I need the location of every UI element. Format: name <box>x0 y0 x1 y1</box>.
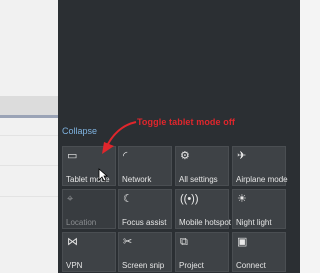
tile-label: Connect <box>236 261 266 270</box>
tile-airplane-mode[interactable]: ✈ Airplane mode <box>232 146 288 186</box>
background-divider <box>0 135 62 136</box>
vpn-icon: ⋈ <box>67 236 78 248</box>
gear-icon: ⚙ <box>180 150 190 162</box>
moon-icon: ☾ <box>123 193 133 205</box>
tile-label: Location <box>66 218 97 227</box>
airplane-icon: ✈ <box>237 150 247 162</box>
tile-label: Mobile hotspot <box>179 218 232 227</box>
tile-label: Night light <box>236 218 272 227</box>
tile-label: Project <box>179 261 204 270</box>
tile-label: VPN <box>66 261 83 270</box>
tile-project[interactable]: ⧉ Project <box>175 232 229 272</box>
hotspot-icon: ((•)) <box>180 193 199 205</box>
tile-screen-snip[interactable]: ✂ Screen snip <box>118 232 172 272</box>
tile-vpn[interactable]: ⋈ VPN <box>62 232 116 272</box>
tile-night-light[interactable]: ☀ Night light <box>232 189 286 229</box>
background-selected-row <box>0 115 62 118</box>
callout-annotation: Toggle tablet mode off <box>137 117 236 127</box>
tile-all-settings[interactable]: ⚙ All settings <box>175 146 229 186</box>
background-divider <box>0 165 62 166</box>
tile-label: Network <box>122 175 152 184</box>
tile-label: Airplane mode <box>236 175 288 184</box>
location-icon: ⌖ <box>67 193 74 205</box>
tile-label: Focus assist <box>122 218 167 227</box>
callout-arrow <box>102 121 137 154</box>
tile-focus-assist[interactable]: ☾ Focus assist <box>118 189 172 229</box>
tile-location[interactable]: ⌖ Location <box>62 189 116 229</box>
sun-icon: ☀ <box>237 193 247 205</box>
tile-mobile-hotspot[interactable]: ((•)) Mobile hotspot <box>175 189 232 229</box>
tablet-icon: ▭ <box>67 150 78 162</box>
project-icon: ⧉ <box>180 236 188 248</box>
background-window <box>0 0 62 273</box>
tile-connect[interactable]: ▣ Connect <box>232 232 286 272</box>
tile-label: All settings <box>179 175 218 184</box>
mouse-cursor-icon <box>98 168 108 182</box>
scissors-icon: ✂ <box>123 236 133 248</box>
tile-label: Screen snip <box>122 261 165 270</box>
background-divider <box>0 196 62 197</box>
connect-icon: ▣ <box>237 236 248 248</box>
